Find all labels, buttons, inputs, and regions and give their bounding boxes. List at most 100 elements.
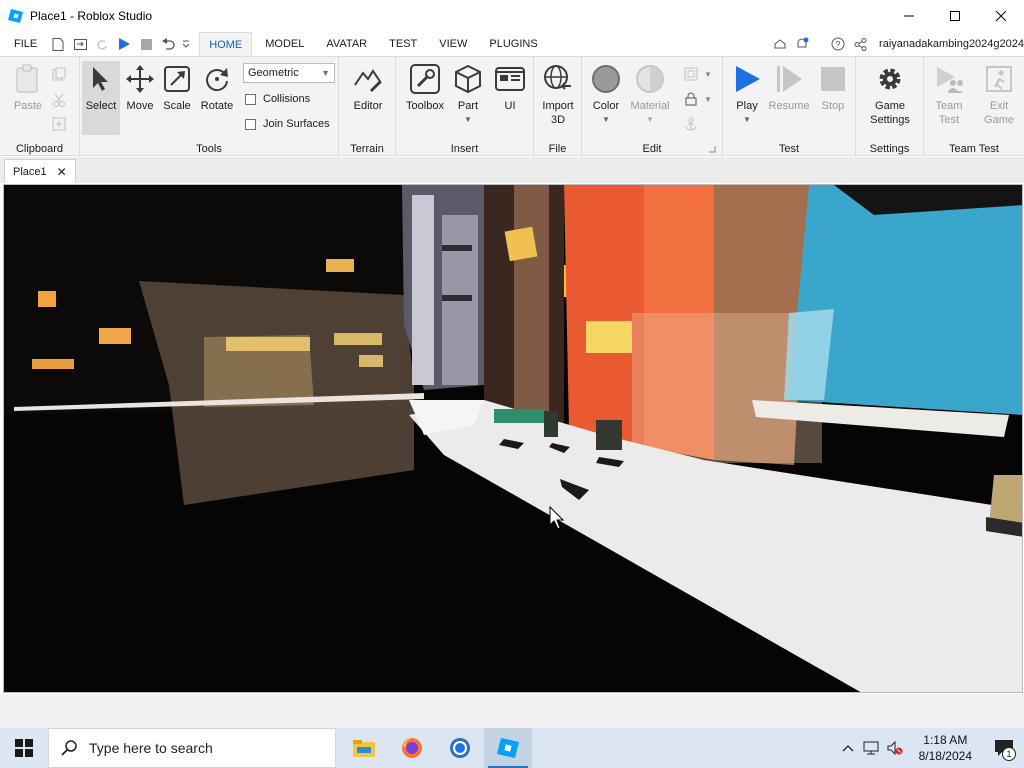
tab-model[interactable]: MODEL	[256, 32, 313, 56]
close-button[interactable]	[978, 0, 1024, 32]
chevron-down-icon	[182, 40, 190, 48]
system-tray: 1:18 AM 8/18/2024 1	[837, 728, 1024, 768]
play-icon	[119, 38, 131, 50]
insert-group: Toolbox Part ▼ UI Insert	[396, 57, 534, 157]
minimize-button[interactable]	[886, 0, 932, 32]
import-3d-button[interactable]: Import 3D	[538, 63, 578, 127]
team-test-button[interactable]: Team Test	[930, 63, 968, 127]
collisions-toggle[interactable]: Collisions	[245, 93, 310, 105]
taskbar-chrome[interactable]	[436, 728, 484, 768]
scale-icon	[164, 66, 190, 92]
firefox-icon	[402, 737, 422, 758]
roblox-studio-icon	[8, 9, 23, 23]
team-test-group-label: Team Test	[949, 143, 999, 155]
ui-button[interactable]: UI	[494, 63, 526, 113]
settings-group: Game Settings Settings	[856, 57, 924, 157]
bell-icon	[797, 37, 809, 48]
rotate-tool-button[interactable]: Rotate	[198, 63, 236, 113]
3d-viewport[interactable]	[3, 184, 1023, 693]
collisions-checkbox[interactable]	[245, 93, 256, 105]
quick-access-dropdown[interactable]	[179, 32, 193, 56]
notification-center-button[interactable]: 1	[984, 728, 1024, 768]
taskbar-roblox-studio[interactable]	[484, 728, 532, 768]
scale-label: Scale	[163, 100, 191, 112]
share-button[interactable]	[849, 32, 871, 56]
material-sphere-icon	[636, 65, 664, 93]
username-label[interactable]: raiyanadakambing2024g2024	[879, 38, 1024, 50]
notifications-button[interactable]	[791, 32, 813, 56]
network-button[interactable]	[859, 741, 883, 755]
copy-button[interactable]	[52, 67, 66, 81]
undo-button[interactable]	[157, 32, 179, 56]
resume-button[interactable]: Resume	[767, 63, 811, 113]
help-button[interactable]: ?	[827, 32, 849, 56]
tab-avatar[interactable]: AVATAR	[317, 32, 376, 56]
scale-tool-button[interactable]: Scale	[160, 63, 194, 113]
file-menu[interactable]: FILE	[0, 32, 47, 56]
join-surfaces-checkbox[interactable]	[245, 118, 256, 130]
tab-test[interactable]: TEST	[380, 32, 426, 56]
volume-button[interactable]	[883, 741, 907, 755]
stop-button[interactable]: Stop	[815, 63, 851, 113]
toolbox-button[interactable]: Toolbox	[402, 63, 448, 113]
terrain-editor-label: Editor	[353, 100, 383, 112]
collisions-label: Collisions	[263, 93, 311, 105]
volume-muted-icon	[887, 741, 903, 755]
rotate-label: Rotate	[200, 100, 234, 112]
color-button[interactable]: Color ▼	[588, 63, 624, 127]
close-tab-icon[interactable]: ✕	[57, 165, 67, 179]
team-test-group: Team Test Exit Game Team Test	[924, 57, 1024, 157]
document-tab-place1[interactable]: Place1 ✕	[4, 159, 76, 183]
taskbar-firefox[interactable]	[388, 728, 436, 768]
menu-bar: FILE HOME MODEL AVATAR TEST VIEW PLUGINS…	[0, 32, 1024, 56]
svg-text:?: ?	[836, 40, 841, 50]
stop-label: Stop	[821, 100, 845, 112]
play-button[interactable]: Play ▼	[731, 63, 763, 127]
team-test-label-line2: Test	[938, 114, 960, 126]
lock-button[interactable]: ▼	[684, 92, 712, 106]
join-surfaces-toggle[interactable]: Join Surfaces	[245, 118, 330, 130]
terrain-editor-button[interactable]: Editor	[349, 63, 387, 113]
game-settings-button[interactable]: Game Settings	[864, 63, 916, 127]
tab-home[interactable]: HOME	[199, 32, 253, 56]
redo-button[interactable]	[91, 32, 113, 56]
cut-button[interactable]	[52, 93, 66, 107]
paste-button[interactable]: Paste	[8, 63, 48, 113]
start-button[interactable]	[0, 728, 48, 768]
clock-date: 8/18/2024	[918, 749, 972, 763]
tab-plugins[interactable]: PLUGINS	[480, 32, 546, 56]
transform-mode-dropdown[interactable]: Geometric ▼	[243, 63, 335, 83]
cloud-button[interactable]	[769, 32, 791, 56]
insert-group-label: Insert	[450, 143, 479, 155]
test-group-label: Test	[778, 143, 800, 155]
new-file-icon	[52, 37, 64, 51]
quick-stop-button[interactable]	[135, 32, 157, 56]
group-button[interactable]: ▼	[684, 67, 712, 81]
play-icon	[736, 66, 760, 92]
part-button[interactable]: Part ▼	[452, 63, 484, 127]
scene-render[interactable]	[4, 185, 1023, 693]
tab-view[interactable]: VIEW	[430, 32, 476, 56]
exit-game-button[interactable]: Exit Game	[980, 63, 1018, 127]
anchor-button[interactable]	[684, 117, 698, 131]
maximize-button[interactable]	[932, 0, 978, 32]
select-label: Select	[85, 100, 117, 112]
duplicate-button[interactable]	[52, 117, 66, 131]
move-label: Move	[126, 100, 154, 112]
resume-label: Resume	[768, 100, 810, 112]
tray-overflow-button[interactable]	[837, 744, 859, 752]
taskbar-file-explorer[interactable]	[340, 728, 388, 768]
clipboard-group-label: Clipboard	[15, 143, 64, 155]
taskbar-search-box[interactable]: Type here to search	[48, 728, 336, 768]
select-tool-button[interactable]: Select	[82, 61, 120, 135]
move-tool-button[interactable]: Move	[122, 63, 158, 113]
material-button[interactable]: Material ▼	[626, 63, 674, 127]
transform-mode-value: Geometric	[248, 67, 299, 79]
search-icon	[61, 740, 77, 756]
chevron-down-icon: ▼	[321, 68, 330, 78]
quick-play-button[interactable]	[113, 32, 135, 56]
open-file-button[interactable]	[69, 32, 91, 56]
network-icon	[863, 741, 879, 755]
new-file-button[interactable]	[47, 32, 69, 56]
taskbar-clock[interactable]: 1:18 AM 8/18/2024	[919, 732, 972, 764]
